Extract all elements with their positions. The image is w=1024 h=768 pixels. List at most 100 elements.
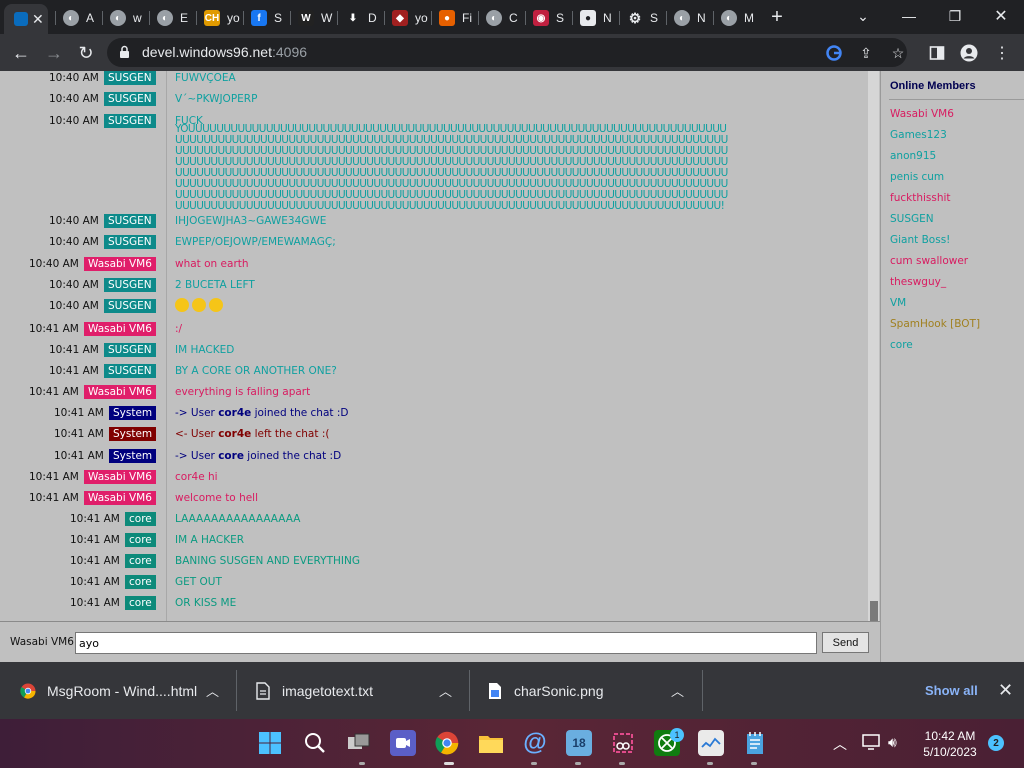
browser-tab[interactable]: ⚙ S (620, 6, 667, 30)
tab-active[interactable]: ✕ (4, 4, 48, 34)
chevron-up-icon[interactable]: ︿ (671, 681, 684, 700)
username-badge[interactable]: Wasabi VM6 (84, 257, 156, 271)
restore-button[interactable]: ❐ (932, 2, 978, 30)
username-badge[interactable]: SUSGEN (104, 114, 156, 128)
notification-badge[interactable]: 2 (988, 735, 1004, 751)
back-button[interactable]: ← (9, 41, 33, 65)
username-badge[interactable]: SUSGEN (104, 364, 156, 378)
member-item[interactable]: cum swallower (890, 255, 968, 267)
browser-tab[interactable]: ◐ C (479, 6, 526, 30)
clock[interactable]: 10:42 AM 5/10/2023 (918, 728, 982, 760)
username-badge[interactable]: SUSGEN (104, 278, 156, 292)
username-badge[interactable]: SUSGEN (104, 343, 156, 357)
member-item[interactable]: Wasabi VM6 (890, 108, 954, 120)
chevron-up-icon[interactable]: ︿ (833, 734, 847, 754)
browser-tab[interactable]: ◐ A (56, 6, 103, 30)
task-view-icon[interactable] (346, 730, 372, 756)
chat-log[interactable]: SUSGEN 10:40 AM FUWVÇOEA SUSGEN 10:40 AM V´~P… (0, 71, 868, 621)
browser-tab[interactable]: ◆ yo (385, 6, 432, 30)
username-badge[interactable]: Wasabi VM6 (84, 491, 156, 505)
member-item[interactable]: Games123 (890, 129, 947, 141)
resource-monitor-icon[interactable] (698, 730, 724, 756)
volume-icon[interactable]: 🔊︎ (888, 734, 897, 751)
chat-scrollbar[interactable] (868, 71, 879, 621)
username-badge[interactable]: core (125, 554, 156, 568)
profile-icon[interactable] (959, 43, 979, 63)
username-badge[interactable]: Wasabi VM6 (84, 322, 156, 336)
browser-tab[interactable]: CH yo (197, 6, 244, 30)
browser-tab[interactable]: ⬇ D (338, 6, 385, 30)
member-item[interactable]: VM (890, 297, 906, 309)
browser-tab[interactable]: ◐ w (103, 6, 150, 30)
send-button[interactable]: Send (822, 632, 869, 653)
search-icon[interactable] (302, 730, 328, 756)
username-badge[interactable]: System (109, 406, 157, 420)
member-item[interactable]: SpamHook [BOT] (890, 318, 980, 330)
username-badge[interactable]: SUSGEN (104, 299, 156, 313)
minimize-button[interactable]: — (886, 2, 932, 30)
windows-start-icon[interactable] (257, 730, 283, 756)
browser-tab[interactable]: ◐ E (150, 6, 197, 30)
snipping-tool-icon[interactable] (610, 730, 636, 756)
browser-tab[interactable]: fS (244, 6, 291, 30)
reload-button[interactable]: ↻ (74, 41, 98, 65)
member-item[interactable]: SUSGEN (890, 213, 934, 225)
username-badge[interactable]: Wasabi VM6 (84, 470, 156, 484)
username-badge[interactable]: SUSGEN (104, 235, 156, 249)
teams-icon[interactable] (390, 730, 416, 756)
chevron-up-icon[interactable]: ︿ (206, 681, 219, 700)
download-item[interactable]: charSonic.png ︿ (487, 662, 684, 719)
new-tab-button[interactable]: + (767, 6, 787, 28)
file-explorer-icon[interactable] (478, 730, 504, 756)
download-item[interactable]: MsgRoom - Wind....html ︿ (20, 662, 219, 719)
nickname-label[interactable]: Wasabi VM6 (10, 636, 74, 648)
close-window-button[interactable]: ✕ (978, 2, 1024, 30)
system-text: <- User (175, 428, 219, 440)
browser-tab[interactable]: ◐ M (714, 6, 761, 30)
close-tab-icon[interactable]: ✕ (32, 11, 44, 28)
member-item[interactable]: penis cum (890, 171, 944, 183)
member-item[interactable]: fuckthisshit (890, 192, 951, 204)
username-badge[interactable]: SUSGEN (104, 214, 156, 228)
message-text: :/ (175, 323, 183, 335)
chevron-up-icon[interactable]: ︿ (439, 681, 452, 700)
username-badge[interactable]: core (125, 575, 156, 589)
username-badge[interactable]: SUSGEN (104, 71, 156, 85)
share-icon[interactable]: ⇪ (857, 44, 875, 62)
forward-button[interactable]: → (42, 41, 66, 65)
member-item[interactable]: core (890, 339, 913, 351)
address-bar[interactable]: devel.windows96.net:4096 ⇪ ☆ (107, 38, 907, 67)
username-badge[interactable]: core (125, 533, 156, 547)
at-sign-app-icon[interactable]: @ (522, 729, 548, 756)
username-badge[interactable]: SUSGEN (104, 92, 156, 106)
calendar-app-icon[interactable]: 18 (566, 730, 592, 756)
download-item[interactable]: imagetotext.txt ︿ (255, 662, 452, 719)
bookmark-star-icon[interactable]: ☆ (889, 44, 907, 62)
username-badge[interactable]: core (125, 596, 156, 610)
chat-scrollbar-thumb[interactable] (870, 601, 878, 621)
member-item[interactable]: Giant Boss! (890, 234, 950, 246)
menu-icon[interactable]: ⋮ (992, 43, 1012, 63)
chrome-icon[interactable] (434, 730, 460, 756)
message-input[interactable] (75, 632, 817, 654)
show-all-downloads-link[interactable]: Show all (925, 683, 978, 698)
member-item[interactable]: anon915 (890, 150, 936, 162)
browser-tab[interactable]: ● N (573, 6, 620, 30)
browser-tab[interactable]: ● Fi (432, 6, 479, 30)
browser-tab[interactable]: ◐ N (667, 6, 714, 30)
username-badge[interactable]: System (109, 449, 157, 463)
google-icon[interactable] (825, 44, 843, 62)
member-item[interactable]: theswguy_ (890, 276, 946, 288)
browser-tab[interactable]: ◉ S (526, 6, 573, 30)
tab-search-button[interactable]: ⌄ (840, 2, 886, 30)
username-badge[interactable]: System (109, 427, 157, 441)
side-panel-icon[interactable] (927, 43, 947, 63)
lock-icon[interactable] (119, 45, 130, 59)
display-icon[interactable] (862, 734, 880, 753)
close-downloads-icon[interactable]: ✕ (998, 680, 1013, 701)
username-badge[interactable]: core (125, 512, 156, 526)
system-text: -> User (175, 407, 219, 419)
username-badge[interactable]: Wasabi VM6 (84, 385, 156, 399)
browser-tab[interactable]: WW (291, 6, 338, 30)
notepad-icon[interactable] (742, 730, 768, 756)
